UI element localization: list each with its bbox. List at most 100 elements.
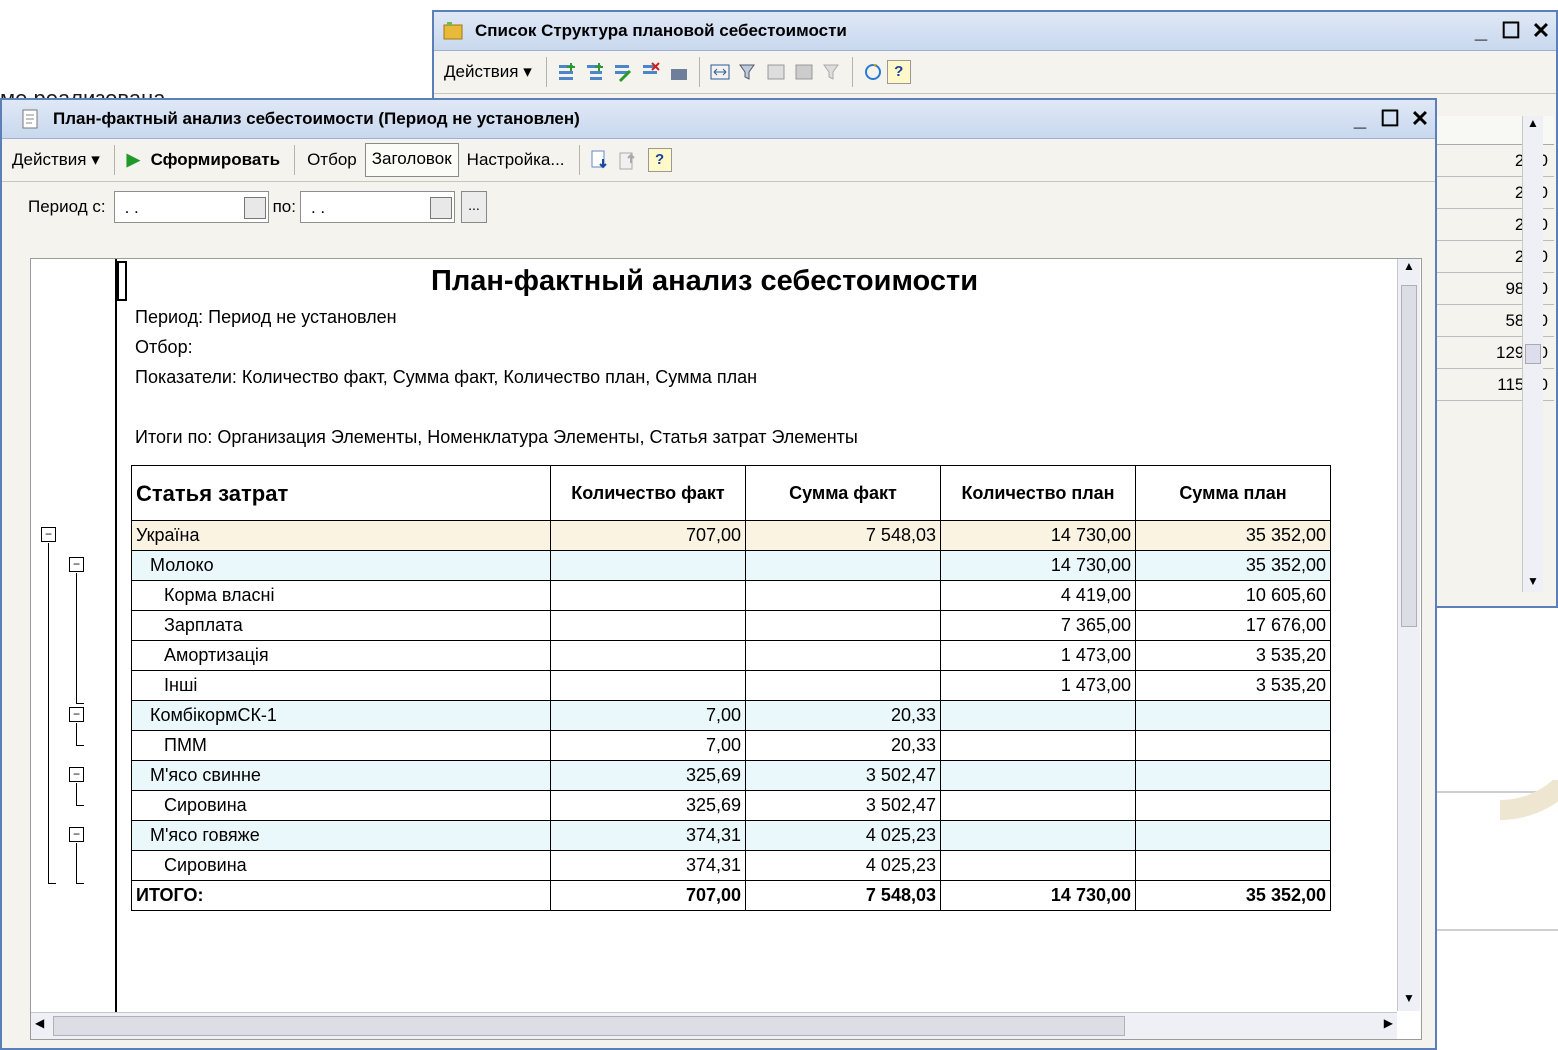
value-cell[interactable] bbox=[1135, 820, 1331, 851]
value-cell[interactable] bbox=[1135, 760, 1331, 791]
scroll-down-arrow[interactable]: ▼ bbox=[1523, 574, 1543, 592]
generate-button[interactable]: ▶ Сформировать bbox=[121, 144, 286, 176]
total-label-cell[interactable]: ИТОГО: bbox=[131, 880, 551, 911]
save-settings-icon[interactable] bbox=[617, 149, 639, 171]
collapse-icon[interactable]: − bbox=[69, 707, 84, 722]
expand-icon[interactable] bbox=[709, 61, 731, 83]
value-cell[interactable] bbox=[745, 640, 941, 671]
report-area[interactable]: План-фактный анализ себестоимости Период… bbox=[30, 258, 1422, 1040]
delete-icon[interactable] bbox=[640, 61, 662, 83]
cost-item-cell[interactable]: Амортизація bbox=[131, 640, 551, 671]
minimize-button[interactable]: _ bbox=[1345, 106, 1375, 132]
maximize-button[interactable]: ☐ bbox=[1496, 18, 1526, 44]
value-cell[interactable]: 17 676,00 bbox=[1135, 610, 1331, 641]
table-row[interactable]: Корма власні 4 419,00 10 605,60 bbox=[131, 580, 1331, 611]
value-cell[interactable] bbox=[745, 610, 941, 641]
bg-window-titlebar[interactable]: Список Структура плановой себестоимости … bbox=[434, 12, 1556, 51]
table-row[interactable]: Україна 707,00 7 548,03 14 730,00 35 352,00 bbox=[131, 520, 1331, 551]
cost-item-cell[interactable]: Зарплата bbox=[131, 610, 551, 641]
add-row-icon[interactable] bbox=[556, 61, 578, 83]
edit-icon[interactable] bbox=[612, 61, 634, 83]
value-cell[interactable] bbox=[550, 610, 746, 641]
cost-item-cell[interactable]: Молоко bbox=[131, 550, 551, 581]
scroll-left-arrow[interactable]: ◀ bbox=[35, 1016, 44, 1030]
value-cell[interactable] bbox=[940, 760, 1136, 791]
scroll-up-arrow[interactable]: ▲ bbox=[1523, 116, 1543, 134]
value-cell[interactable] bbox=[940, 790, 1136, 821]
collapse-icon[interactable]: − bbox=[41, 527, 56, 542]
post-icon[interactable] bbox=[668, 61, 690, 83]
hierarchy-icon[interactable] bbox=[765, 61, 787, 83]
scroll-down-arrow[interactable]: ▼ bbox=[1398, 991, 1420, 1011]
table-row[interactable]: ПММ 7,00 20,33 bbox=[131, 730, 1331, 761]
value-cell[interactable]: 7,00 bbox=[550, 730, 746, 761]
value-cell[interactable] bbox=[940, 700, 1136, 731]
value-cell[interactable] bbox=[745, 580, 941, 611]
scroll-right-arrow[interactable]: ▶ bbox=[1384, 1016, 1393, 1030]
table-row[interactable]: Сировина 325,69 3 502,47 bbox=[131, 790, 1331, 821]
value-cell[interactable]: 1 473,00 bbox=[940, 670, 1136, 701]
value-cell[interactable] bbox=[1135, 700, 1331, 731]
filter-button[interactable]: Отбор bbox=[301, 144, 363, 176]
calendar-icon[interactable] bbox=[429, 197, 452, 219]
cost-item-cell[interactable]: Україна bbox=[131, 520, 551, 551]
table-row[interactable]: Сировина 374,31 4 025,23 bbox=[131, 850, 1331, 881]
cost-item-cell[interactable]: М'ясо свинне bbox=[131, 760, 551, 791]
scroll-thumb[interactable] bbox=[1525, 344, 1541, 364]
load-settings-icon[interactable] bbox=[589, 149, 611, 171]
scroll-thumb[interactable] bbox=[53, 1016, 1125, 1036]
value-cell[interactable] bbox=[550, 580, 746, 611]
total-row[interactable]: ИТОГО: 707,00 7 548,03 14 730,00 35 352,00 bbox=[131, 880, 1331, 911]
actions-menu[interactable]: Действия ▾ bbox=[6, 144, 106, 176]
value-cell[interactable]: 14 730,00 bbox=[940, 550, 1136, 581]
total-value-cell[interactable]: 7 548,03 bbox=[745, 880, 941, 911]
value-cell[interactable]: 3 535,20 bbox=[1135, 670, 1331, 701]
close-button[interactable]: ✕ bbox=[1526, 18, 1556, 44]
total-value-cell[interactable]: 707,00 bbox=[550, 880, 746, 911]
value-cell[interactable]: 35 352,00 bbox=[1135, 550, 1331, 581]
value-cell[interactable]: 20,33 bbox=[745, 730, 941, 761]
cost-item-cell[interactable]: КомбікормСК-1 bbox=[131, 700, 551, 731]
calendar-icon[interactable] bbox=[243, 197, 266, 219]
table-row[interactable]: М'ясо говяже 374,31 4 025,23 bbox=[131, 820, 1331, 851]
value-cell[interactable]: 7 365,00 bbox=[940, 610, 1136, 641]
period-to-field[interactable]: . . bbox=[299, 191, 455, 223]
add-group-icon[interactable] bbox=[584, 61, 606, 83]
collapse-icon[interactable]: − bbox=[69, 827, 84, 842]
table-row[interactable]: КомбікормСК-1 7,00 20,33 bbox=[131, 700, 1331, 731]
value-cell[interactable] bbox=[550, 640, 746, 671]
value-cell[interactable]: 14 730,00 bbox=[940, 520, 1136, 551]
scroll-thumb[interactable] bbox=[1401, 285, 1417, 627]
scroll-up-arrow[interactable]: ▲ bbox=[1398, 259, 1420, 279]
cost-item-cell[interactable]: Сировина bbox=[131, 790, 551, 821]
close-button[interactable]: ✕ bbox=[1405, 106, 1435, 132]
table-row[interactable]: Молоко 14 730,00 35 352,00 bbox=[131, 550, 1331, 581]
refresh-icon[interactable] bbox=[862, 61, 884, 83]
report-window-titlebar[interactable]: План-фактный анализ себестоимости (Перио… bbox=[2, 100, 1435, 139]
table-row[interactable]: Амортизація 1 473,00 3 535,20 bbox=[131, 640, 1331, 671]
report-window[interactable]: План-фактный анализ себестоимости (Перио… bbox=[0, 98, 1437, 1050]
filter-icon[interactable] bbox=[737, 61, 759, 83]
value-cell[interactable]: 3 502,47 bbox=[745, 790, 941, 821]
value-cell[interactable]: 325,69 bbox=[550, 760, 746, 791]
value-cell[interactable]: 374,31 bbox=[550, 820, 746, 851]
collapse-icon[interactable]: − bbox=[69, 557, 84, 572]
value-cell[interactable] bbox=[1135, 730, 1331, 761]
report-horizontal-scrollbar[interactable]: ◀ ▶ bbox=[31, 1012, 1397, 1039]
minimize-button[interactable]: _ bbox=[1466, 18, 1496, 44]
value-cell[interactable]: 325,69 bbox=[550, 790, 746, 821]
bg-vertical-scrollbar[interactable]: ▲ ▼ bbox=[1522, 116, 1543, 592]
value-cell[interactable] bbox=[1135, 850, 1331, 881]
cost-item-cell[interactable]: ПММ bbox=[131, 730, 551, 761]
tree-icon[interactable] bbox=[793, 61, 815, 83]
help-button[interactable]: ? bbox=[886, 60, 911, 84]
value-cell[interactable]: 7 548,03 bbox=[745, 520, 941, 551]
table-row[interactable]: М'ясо свинне 325,69 3 502,47 bbox=[131, 760, 1331, 791]
value-cell[interactable]: 35 352,00 bbox=[1135, 520, 1331, 551]
total-value-cell[interactable]: 35 352,00 bbox=[1135, 880, 1331, 911]
value-cell[interactable]: 3 502,47 bbox=[745, 760, 941, 791]
header-toggle-button[interactable]: Заголовок bbox=[364, 143, 459, 177]
value-cell[interactable] bbox=[1135, 790, 1331, 821]
value-cell[interactable]: 4 025,23 bbox=[745, 820, 941, 851]
value-cell[interactable]: 1 473,00 bbox=[940, 640, 1136, 671]
